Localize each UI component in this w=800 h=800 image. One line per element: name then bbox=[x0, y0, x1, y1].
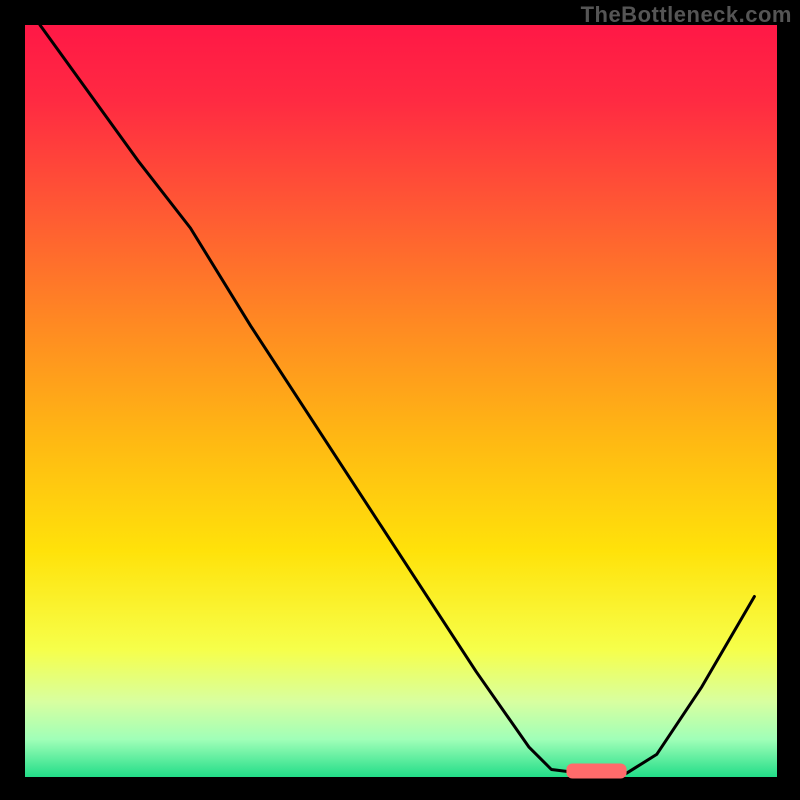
chart-svg bbox=[0, 0, 800, 800]
plot-background bbox=[25, 25, 777, 777]
bottleneck-chart: TheBottleneck.com bbox=[0, 0, 800, 800]
watermark-text: TheBottleneck.com bbox=[581, 2, 792, 28]
optimal-marker bbox=[566, 763, 626, 778]
